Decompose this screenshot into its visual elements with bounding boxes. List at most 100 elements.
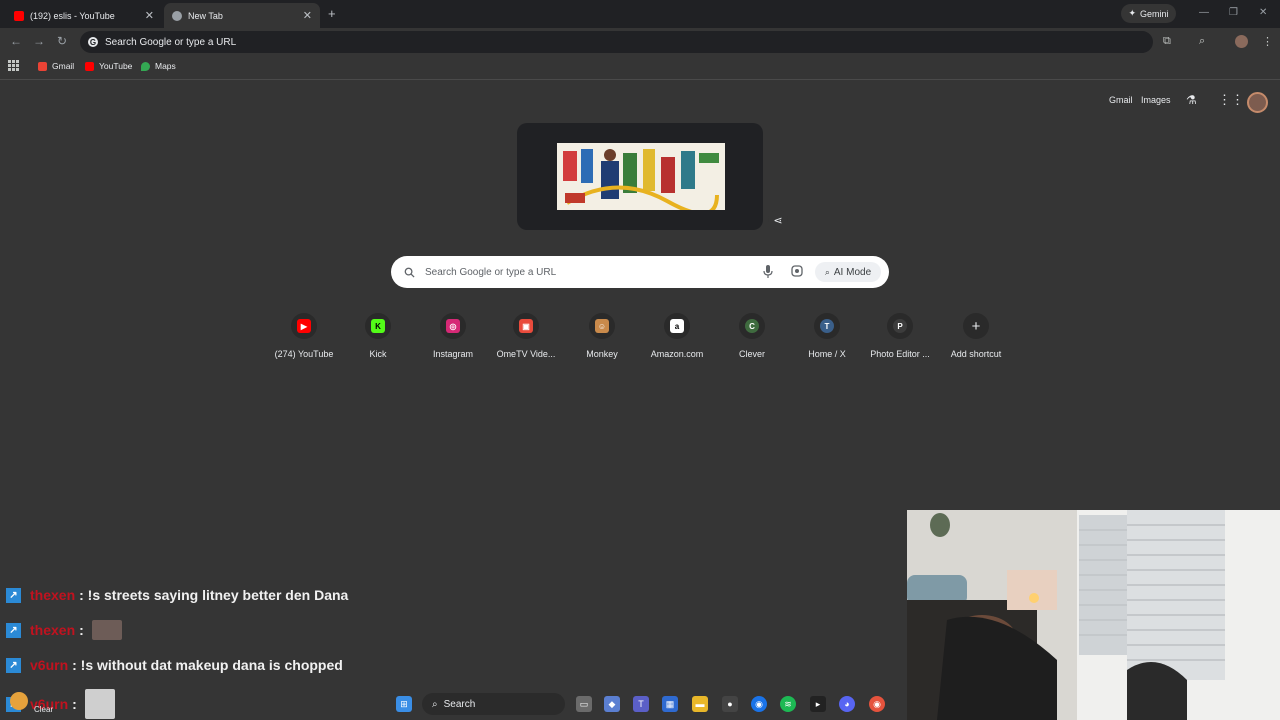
windows-start-icon[interactable]: ⊞ <box>396 696 412 712</box>
bookmark-maps[interactable]: Maps <box>141 61 176 71</box>
tab-strip: (192) eslis - YouTube ✕ New Tab ✕ + ✦ Ge… <box>0 0 1280 28</box>
tab-title: New Tab <box>188 10 223 21</box>
tab-title: (192) eslis - YouTube <box>30 10 115 21</box>
add-shortcut-button[interactable]: + Add shortcut <box>941 313 1011 359</box>
tab-new-tab[interactable]: New Tab ✕ <box>164 3 320 28</box>
tab-youtube[interactable]: (192) eslis - YouTube ✕ <box>6 3 162 28</box>
shortcut-monkey[interactable]: ☺ Monkey <box>567 313 637 359</box>
shortcut-icon-bg: C <box>739 313 765 339</box>
youtube-icon: ▶ <box>297 319 311 333</box>
kick-badge-icon: ↗ <box>6 622 21 638</box>
new-tab-button[interactable]: + <box>328 6 336 21</box>
search-placeholder: Search Google or type a URL <box>425 266 557 278</box>
omnibox[interactable]: G Search Google or type a URL <box>80 31 1153 53</box>
forward-icon[interactable]: → <box>33 34 45 48</box>
shortcut-label: Amazon.com <box>650 349 704 359</box>
shortcut-label: OmeTV Vide... <box>496 349 556 359</box>
browser-toolbar: ← → ↻ G Search Google or type a URL ⧉ ⌕ … <box>0 28 1280 56</box>
search-icon <box>404 267 415 278</box>
maps-icon <box>141 61 150 71</box>
account-avatar[interactable] <box>1247 92 1268 113</box>
shortcut-kick[interactable]: K Kick <box>343 313 413 359</box>
gmail-icon <box>38 61 47 71</box>
chrome-profile-icon[interactable]: ◉ <box>869 696 885 712</box>
store-icon[interactable]: ▦ <box>662 696 678 712</box>
shortcut-home-x[interactable]: T Home / X <box>792 313 862 359</box>
bookmark-label: Gmail <box>52 61 75 71</box>
close-window-icon[interactable]: ✕ <box>1259 7 1267 18</box>
kick-icon: K <box>371 319 385 333</box>
task-view-icon[interactable]: ▭ <box>576 696 592 712</box>
chat-message: ↗ thexen : !s streets saying litney bett… <box>6 587 348 603</box>
labs-flask-icon[interactable]: ⚗ <box>1186 93 1197 107</box>
teams-icon[interactable]: T <box>633 696 649 712</box>
reload-icon[interactable]: ↻ <box>57 34 67 48</box>
shortcut-label: Home / X <box>808 349 846 359</box>
shortcut-label: Photo Editor ... <box>870 349 930 359</box>
google-doodle-card <box>517 123 763 230</box>
webcam-overlay <box>907 510 1280 720</box>
weather-label: Clear <box>34 705 54 714</box>
bookmark-youtube[interactable]: YouTube <box>85 61 132 71</box>
sparkle-icon: ✦ <box>1128 8 1137 18</box>
chat-username: v6urn <box>30 657 69 673</box>
maximize-icon[interactable]: ❐ <box>1229 7 1238 18</box>
lens-icon[interactable]: ⌕ <box>1199 35 1205 48</box>
webcam-feed-image <box>907 510 1280 720</box>
ai-mode-label: AI Mode <box>833 266 872 278</box>
google-apps-icon[interactable]: ⋮⋮ <box>1218 92 1244 108</box>
extensions-icon[interactable]: ⧉ <box>1163 35 1171 48</box>
gmail-link[interactable]: Gmail <box>1109 95 1133 105</box>
google-icon: G <box>88 37 98 47</box>
minimize-icon[interactable]: — <box>1199 7 1209 18</box>
shortcut-instagram[interactable]: ◎ Instagram <box>418 313 488 359</box>
ometv-icon: ▣ <box>519 319 533 333</box>
shortcut-icon-bg: ◎ <box>440 313 466 339</box>
chat-text: : <box>72 696 77 712</box>
terminal-icon[interactable]: ▸ <box>810 696 826 712</box>
shortcut-ometv[interactable]: ▣ OmeTV Vide... <box>491 313 561 359</box>
weather-icon[interactable] <box>10 692 28 710</box>
shortcut-clever[interactable]: C Clever <box>717 313 787 359</box>
discord-icon[interactable]: ◕ <box>839 696 855 712</box>
chat-username: thexen <box>30 587 76 603</box>
share-icon[interactable]: ⋖ <box>768 210 788 230</box>
letter-t-icon: T <box>820 319 834 333</box>
copilot-icon[interactable]: ◆ <box>604 696 620 712</box>
taskbar-search[interactable]: ⌕ Search <box>422 693 565 715</box>
obs-icon[interactable]: ● <box>722 696 738 712</box>
shortcut-label: Clever <box>738 349 765 359</box>
chat-message: ↗ thexen : <box>6 620 122 640</box>
bookmark-gmail[interactable]: Gmail <box>38 61 74 71</box>
chrome-icon <box>172 10 182 21</box>
spotify-icon[interactable]: ≋ <box>780 696 796 712</box>
shortcut-youtube[interactable]: ▶ (274) YouTube <box>269 313 339 359</box>
google-lens-icon[interactable] <box>791 265 803 277</box>
ai-search-icon: ⌕ <box>824 266 830 277</box>
bookmark-label: Maps <box>155 61 176 71</box>
ai-mode-button[interactable]: ⌕ AI Mode <box>815 262 881 282</box>
bookmarks-bar: Gmail YouTube Maps <box>0 56 1280 80</box>
gemini-button[interactable]: ✦ Gemini <box>1121 4 1176 23</box>
google-doodle-image[interactable] <box>557 143 725 210</box>
images-link[interactable]: Images <box>1141 95 1171 105</box>
close-tab-icon[interactable]: ✕ <box>145 9 154 22</box>
microphone-icon[interactable] <box>763 265 773 278</box>
shortcut-amazon[interactable]: a Amazon.com <box>642 313 712 359</box>
back-icon[interactable]: ← <box>10 34 22 48</box>
menu-icon[interactable]: ⋮ <box>1262 35 1273 48</box>
close-tab-icon[interactable]: ✕ <box>303 9 312 22</box>
shortcut-icon-bg: P <box>887 313 913 339</box>
youtube-icon <box>14 10 24 21</box>
shortcut-icon-bg: K <box>365 313 391 339</box>
chrome-icon[interactable]: ◉ <box>751 696 767 712</box>
shortcut-photo-editor[interactable]: P Photo Editor ... <box>865 313 935 359</box>
shortcut-label: (274) YouTube <box>274 349 334 359</box>
profile-avatar[interactable] <box>1235 35 1248 48</box>
apps-icon[interactable] <box>8 60 19 71</box>
search-box[interactable]: Search Google or type a URL ⌕ AI Mode <box>391 256 889 288</box>
shortcut-icon-bg: T <box>814 313 840 339</box>
file-explorer-icon[interactable]: ▬ <box>692 696 708 712</box>
shortcut-label: Add shortcut <box>950 349 1002 359</box>
shortcut-icon-bg: ▶ <box>291 313 317 339</box>
